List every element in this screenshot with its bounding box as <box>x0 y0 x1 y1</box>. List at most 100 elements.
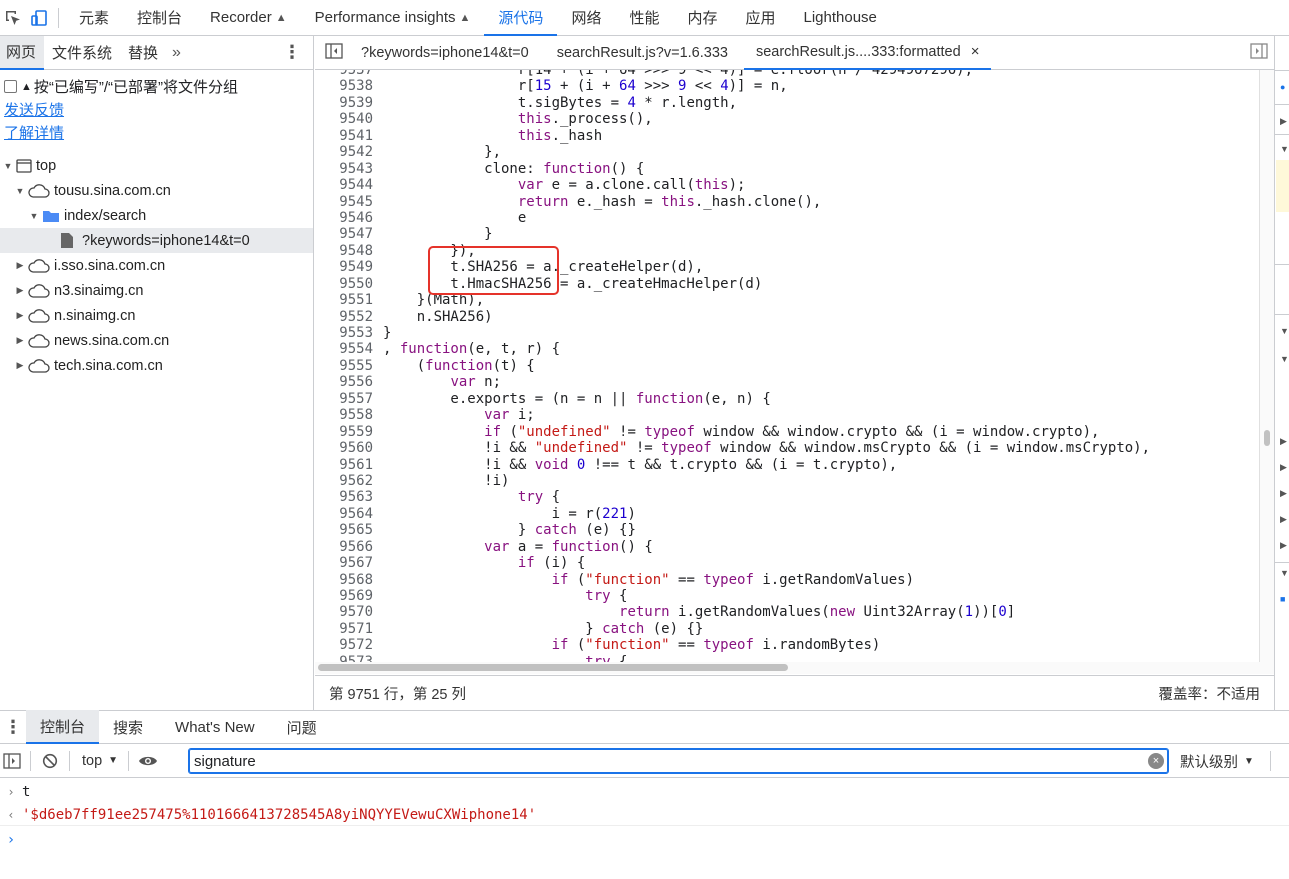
tab-application[interactable]: 应用 <box>731 0 789 36</box>
tree-item-top[interactable]: ▼ top <box>0 153 313 178</box>
tab-memory[interactable]: 内存 <box>673 0 731 36</box>
line-number[interactable]: 9573 <box>315 654 373 662</box>
drawer-tab-search[interactable]: 搜索 <box>99 710 157 744</box>
collapsed-triangle-icon[interactable]: ▶ <box>14 285 26 296</box>
line-number[interactable]: 9551 <box>315 292 373 308</box>
tree-item-file[interactable]: ?keywords=iphone14&t=0 <box>0 228 313 253</box>
code-line[interactable]: 9542 }, <box>315 144 1259 160</box>
toggle-navigator-icon[interactable] <box>325 43 343 62</box>
line-number[interactable]: 9567 <box>315 555 373 571</box>
collapsed-triangle-icon[interactable]: ▶ <box>14 360 26 371</box>
line-number[interactable]: 9571 <box>315 621 373 637</box>
send-feedback-link[interactable]: 发送反馈 <box>0 97 313 120</box>
code-line[interactable]: 9567 if (i) { <box>315 555 1259 571</box>
line-number[interactable]: 9569 <box>315 588 373 604</box>
line-number[interactable]: 9544 <box>315 177 373 193</box>
tab-elements[interactable]: 元素 <box>65 0 123 36</box>
navigator-tab-page[interactable]: 网页 <box>0 35 45 70</box>
expanded-triangle-icon[interactable]: ▼ <box>1280 326 1289 336</box>
collapsed-triangle-icon[interactable]: ▶ <box>1280 462 1287 473</box>
tree-item-domain[interactable]: ▶ tech.sina.com.cn <box>0 353 313 378</box>
line-number[interactable]: 9561 <box>315 457 373 473</box>
line-number[interactable]: 9541 <box>315 128 373 144</box>
collapsed-triangle-icon[interactable]: ▶ <box>1280 116 1287 127</box>
expanded-triangle-icon[interactable]: ▼ <box>1280 354 1289 364</box>
console-sidebar-toggle-icon[interactable] <box>0 744 24 778</box>
collapsed-triangle-icon[interactable]: ▶ <box>1280 540 1287 551</box>
editor-vertical-scrollbar[interactable] <box>1259 70 1274 662</box>
code-line[interactable]: 9564 i = r(221) <box>315 506 1259 522</box>
tree-item-domain[interactable]: ▶ news.sina.com.cn <box>0 328 313 353</box>
tree-item-domain[interactable]: ▶ i.sso.sina.com.cn <box>0 253 313 278</box>
line-number[interactable]: 9548 <box>315 243 373 259</box>
line-number[interactable]: 9559 <box>315 424 373 440</box>
code-line[interactable]: 9570 return i.getRandomValues(new Uint32… <box>315 604 1259 620</box>
collapsed-triangle-icon[interactable]: ▶ <box>1280 514 1287 525</box>
code-line[interactable]: 9566 var a = function() { <box>315 539 1259 555</box>
line-number[interactable]: 9564 <box>315 506 373 522</box>
line-number[interactable]: 9539 <box>315 95 373 111</box>
device-toolbar-icon[interactable] <box>26 0 52 36</box>
tab-performance[interactable]: 性能 <box>615 0 673 36</box>
code-line[interactable]: 9553} <box>315 325 1259 341</box>
line-number[interactable]: 9538 <box>315 78 373 94</box>
code-line[interactable]: 9556 var n; <box>315 374 1259 390</box>
line-number[interactable]: 9557 <box>315 391 373 407</box>
console-result-value[interactable]: '$d6eb7ff91ee257475%1101666413728545A8yi… <box>22 807 536 823</box>
drawer-tab-console[interactable]: 控制台 <box>26 710 100 744</box>
editor-vertical-scroll-thumb[interactable] <box>1264 430 1270 446</box>
code-line[interactable]: 9559 if ("undefined" != typeof window &&… <box>315 424 1259 440</box>
code-line[interactable]: 9565 } catch (e) {} <box>315 522 1259 538</box>
drawer-menu-kebab-icon[interactable]: ⋮ <box>0 717 26 738</box>
code-line[interactable]: 9569 try { <box>315 588 1259 604</box>
code-line[interactable]: 9563 try { <box>315 489 1259 505</box>
line-number[interactable]: 9545 <box>315 194 373 210</box>
navigator-menu-kebab-icon[interactable]: ⋮ <box>283 42 301 63</box>
editor-tab[interactable]: ?keywords=iphone14&t=0 <box>349 36 541 70</box>
log-levels-select[interactable]: 默认级别 ▼ <box>1180 744 1254 778</box>
tab-recorder[interactable]: Recorder ▲ <box>196 0 301 36</box>
code-line[interactable]: 9568 if ("function" == typeof i.getRando… <box>315 572 1259 588</box>
line-number[interactable]: 9554 <box>315 341 373 357</box>
code-line[interactable]: 9540 this._process(), <box>315 111 1259 127</box>
line-number[interactable]: 9550 <box>315 276 373 292</box>
clear-console-icon[interactable] <box>37 744 63 778</box>
line-number[interactable]: 9565 <box>315 522 373 538</box>
code-line[interactable]: 9547 } <box>315 226 1259 242</box>
expanded-triangle-icon[interactable]: ▼ <box>2 161 14 171</box>
line-number[interactable]: 9552 <box>315 309 373 325</box>
line-number[interactable]: 9537 <box>315 70 373 78</box>
clear-filter-icon[interactable]: × <box>1148 753 1164 769</box>
code-line[interactable]: 9539 t.sigBytes = 4 * r.length, <box>315 95 1259 111</box>
line-number[interactable]: 9555 <box>315 358 373 374</box>
code-line[interactable]: 9571 } catch (e) {} <box>315 621 1259 637</box>
close-tab-icon[interactable]: × <box>971 43 980 60</box>
navigator-tab-filesystem[interactable]: 文件系统 <box>44 36 120 70</box>
toggle-debugger-icon[interactable] <box>1250 43 1268 62</box>
line-number[interactable]: 9572 <box>315 637 373 653</box>
code-editor[interactable]: 9537 r[14 + (i + 64 >>> 9 << 4)] = e.flo… <box>315 70 1259 662</box>
editor-tab[interactable]: searchResult.js?v=1.6.333 <box>545 36 740 70</box>
line-number[interactable]: 9562 <box>315 473 373 489</box>
line-number[interactable]: 9547 <box>315 226 373 242</box>
live-expression-eye-icon[interactable] <box>135 744 161 778</box>
tab-sources[interactable]: 源代码 <box>484 0 558 36</box>
collapsed-triangle-icon[interactable]: ▶ <box>14 335 26 346</box>
collapsed-triangle-icon[interactable]: ▶ <box>14 260 26 271</box>
line-number[interactable]: 9560 <box>315 440 373 456</box>
group-by-authored-checkbox[interactable] <box>4 80 17 93</box>
code-line[interactable]: 9572 if ("function" == typeof i.randomBy… <box>315 637 1259 653</box>
console-filter-input[interactable] <box>188 748 1169 774</box>
line-number[interactable]: 9568 <box>315 572 373 588</box>
console-prompt-row[interactable]: › <box>0 830 1289 850</box>
tab-network[interactable]: 网络 <box>557 0 615 36</box>
tree-item-domain[interactable]: ▼ tousu.sina.com.cn <box>0 178 313 203</box>
code-line[interactable]: 9561 !i && void 0 !== t && t.crypto && (… <box>315 457 1259 473</box>
tab-console[interactable]: 控制台 <box>123 0 196 36</box>
learn-more-link[interactable]: 了解详情 <box>0 120 313 143</box>
execution-context-select[interactable]: top ▼ <box>76 753 122 769</box>
line-number[interactable]: 9553 <box>315 325 373 341</box>
tab-lighthouse[interactable]: Lighthouse <box>790 0 891 36</box>
line-number[interactable]: 9558 <box>315 407 373 423</box>
tree-item-domain[interactable]: ▶ n3.sinaimg.cn <box>0 278 313 303</box>
